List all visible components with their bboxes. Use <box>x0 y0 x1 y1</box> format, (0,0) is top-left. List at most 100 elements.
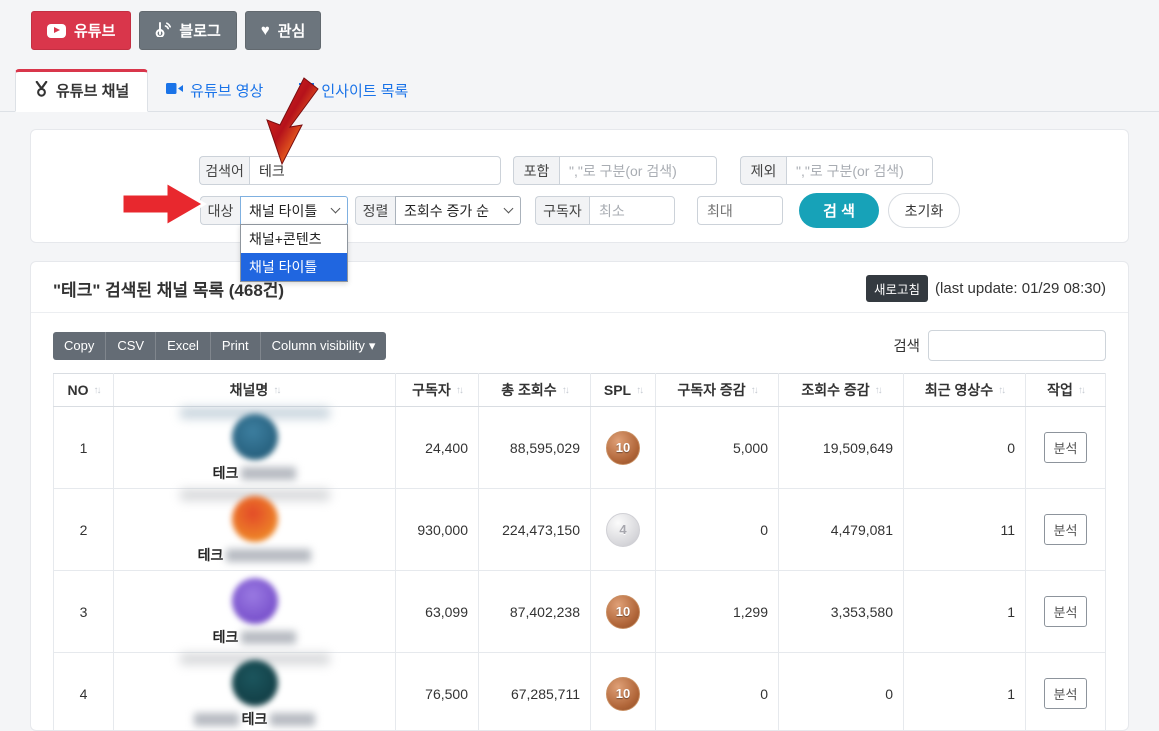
sort-label: 정렬 <box>355 196 395 225</box>
list-icon <box>299 82 314 99</box>
keyword-input[interactable] <box>249 156 501 185</box>
sort-icon: ↑↓ <box>562 385 568 396</box>
analyze-button[interactable]: 분석 <box>1044 514 1088 545</box>
keyword-label: 검색어 <box>199 156 249 185</box>
column-visibility-button[interactable]: Column visibility ▾ <box>261 332 387 360</box>
view-change-cell: 0 <box>779 653 904 731</box>
action-cell: 분석 <box>1026 571 1106 653</box>
blog-nav-button[interactable]: 블로그 <box>139 11 236 50</box>
refresh-button[interactable]: 새로고침 <box>866 275 928 302</box>
channel-name[interactable]: 테크 <box>198 545 224 565</box>
channel-avatar <box>232 660 278 706</box>
subscriber-label: 구독자 <box>535 196 589 225</box>
channel-name[interactable]: 테크 <box>242 709 268 729</box>
blurred-name-part <box>241 467 296 480</box>
print-button[interactable]: Print <box>211 332 261 360</box>
col-recent-videos[interactable]: 최근 영상수↑↓ <box>904 374 1026 407</box>
table-search-label: 검색 <box>893 335 920 356</box>
col-label: 구독자 증감 <box>677 380 745 400</box>
target-option-channel-title[interactable]: 채널 타이틀 <box>241 253 347 281</box>
subscriber-min-input[interactable] <box>589 196 675 225</box>
col-view-change[interactable]: 조회수 증감↑↓ <box>779 374 904 407</box>
col-sub-change[interactable]: 구독자 증감 ↑↓ <box>656 374 779 407</box>
total-views-cell: 224,473,150 <box>479 489 591 571</box>
col-subscribers[interactable]: 구독자↑↓ <box>396 374 479 407</box>
sort-icon: ↑↓ <box>456 385 462 396</box>
sort-select[interactable]: 조회수 증가 순 <box>395 196 521 225</box>
tab-insight-list[interactable]: 인사이트 목록 <box>281 70 426 111</box>
top-nav: 유튜브 블로그 ♥ 관심 <box>0 0 1159 50</box>
sub-change-cell: 0 <box>656 489 779 571</box>
sort-icon: ↑↓ <box>998 385 1004 396</box>
subscribers-cell: 63,099 <box>396 571 479 653</box>
youtube-nav-button[interactable]: 유튜브 <box>31 11 131 50</box>
blurred-name-part <box>226 549 311 562</box>
channel-cell: 테크 <box>114 407 396 489</box>
col-label: 총 조회수 <box>501 380 556 400</box>
view-change-cell: 4,479,081 <box>779 489 904 571</box>
analyze-button[interactable]: 분석 <box>1044 596 1088 627</box>
col-action[interactable]: 작업↑↓ <box>1026 374 1106 407</box>
channel-cell: 테크 <box>114 489 396 571</box>
channel-table: NO↑↓ 채널명↑↓ 구독자↑↓ 총 조회수↑↓ SPL↑↓ 구독자 증감↑↓ … <box>53 373 1106 731</box>
target-label: 대상 <box>200 196 240 225</box>
action-cell: 분석 <box>1026 653 1106 731</box>
search-button[interactable]: 검 색 <box>799 193 879 228</box>
copy-button[interactable]: Copy <box>53 332 106 360</box>
tab-label: 인사이트 목록 <box>321 80 408 101</box>
col-channel-name[interactable]: 채널명↑↓ <box>114 374 396 407</box>
sort-icon: ↑↓ <box>875 385 881 396</box>
subscribers-cell: 24,400 <box>396 407 479 489</box>
target-select[interactable]: 채널 타이틀 <box>240 196 348 225</box>
action-cell: 분석 <box>1026 407 1106 489</box>
excel-button[interactable]: Excel <box>156 332 211 360</box>
tab-bar: 유튜브 채널 유튜브 영상 인사이트 목록 <box>0 71 1159 112</box>
spl-cell: 10 <box>591 571 656 653</box>
tab-youtube-video[interactable]: 유튜브 영상 <box>148 70 281 111</box>
heart-icon: ♥ <box>261 23 270 38</box>
spl-badge: 10 <box>606 431 640 465</box>
sub-change-cell: 1,299 <box>656 571 779 653</box>
results-update-area: 새로고침 (last update: 01/29 08:30) <box>866 275 1106 302</box>
target-select-dropdown: 채널+콘텐츠 채널 타이틀 <box>240 224 348 282</box>
chevron-down-icon <box>504 204 514 214</box>
channel-name[interactable]: 테크 <box>213 627 239 647</box>
analyze-button[interactable]: 분석 <box>1044 678 1088 709</box>
spl-badge: 10 <box>606 595 640 629</box>
total-views-cell: 67,285,711 <box>479 653 591 731</box>
csv-button[interactable]: CSV <box>106 332 156 360</box>
row-no: 3 <box>54 571 114 653</box>
spl-cell: 10 <box>591 653 656 731</box>
include-label: 포함 <box>513 156 559 185</box>
channel-avatar <box>232 496 278 542</box>
sort-select-value: 조회수 증가 순 <box>404 201 489 221</box>
exclude-group: 제외 <box>740 156 933 185</box>
sort-icon: ↑↓ <box>751 385 757 396</box>
blog-icon <box>155 21 171 41</box>
exclude-input[interactable] <box>786 156 933 185</box>
reset-button[interactable]: 초기화 <box>888 193 960 228</box>
channel-avatar <box>232 414 278 460</box>
sort-group: 정렬 조회수 증가 순 <box>355 196 521 225</box>
spl-cell: 10 <box>591 407 656 489</box>
favorite-nav-label: 관심 <box>278 20 306 41</box>
sort-icon: ↑↓ <box>273 385 279 396</box>
subscribers-cell: 930,000 <box>396 489 479 571</box>
favorite-nav-button[interactable]: ♥ 관심 <box>245 11 322 50</box>
tab-youtube-channel[interactable]: 유튜브 채널 <box>15 69 148 112</box>
include-input[interactable] <box>559 156 717 185</box>
sub-change-cell: 0 <box>656 653 779 731</box>
col-spl[interactable]: SPL↑↓ <box>591 374 656 407</box>
medal-icon <box>34 81 49 101</box>
channel-cell: 테크 <box>114 653 396 731</box>
subscriber-max-input[interactable] <box>697 196 783 225</box>
table-search-input[interactable] <box>928 330 1106 361</box>
target-option-channel-content[interactable]: 채널+콘텐츠 <box>241 225 347 253</box>
channel-name[interactable]: 테크 <box>213 463 239 483</box>
target-group: 대상 채널 타이틀 <box>200 196 348 225</box>
target-select-value: 채널 타이틀 <box>249 201 317 221</box>
col-total-views[interactable]: 총 조회수 ↑↓ <box>479 374 591 407</box>
table-toolbar: Copy CSV Excel Print Column visibility ▾… <box>53 330 1106 361</box>
analyze-button[interactable]: 분석 <box>1044 432 1088 463</box>
col-no[interactable]: NO↑↓ <box>54 374 114 407</box>
